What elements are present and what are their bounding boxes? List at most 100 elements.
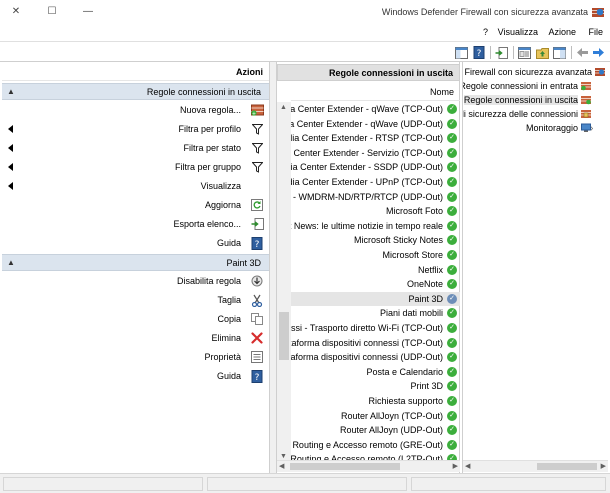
action-delete[interactable]: Elimina [2, 329, 269, 348]
new-rule-icon: + [250, 103, 264, 117]
action-help-rule[interactable]: Guida ? [2, 367, 269, 386]
action-properties[interactable]: Proprietà [2, 348, 269, 367]
tree-node-security-rules[interactable]: Regole di sicurezza delle connessioni [463, 107, 594, 121]
scroll-left-arrow-icon[interactable]: ◀ [279, 462, 284, 470]
scroll-thumb[interactable] [279, 312, 289, 360]
tree-node-root[interactable]: Windows Defender Firewall con sicurezza … [463, 65, 608, 79]
rule-allow-icon: ✓ [447, 191, 457, 202]
expand-arrow-icon[interactable]: › [590, 123, 593, 134]
tree-horizontal-scrollbar[interactable]: ◀ ▶ [463, 460, 608, 472]
rule-row[interactable]: ✓ OneNote [291, 277, 460, 291]
scroll-thumb[interactable] [290, 463, 400, 470]
folder-up-icon [536, 47, 549, 59]
rule-row[interactable]: ✓ Netflix [291, 263, 460, 277]
action-filter-group[interactable]: Filtra per gruppo [2, 158, 269, 177]
rule-name: Piattaforma dispositivi connessi (UDP-Ou… [291, 352, 443, 363]
scroll-left-arrow-icon[interactable]: ◀ [465, 462, 470, 470]
rule-allow-icon: ✓ [447, 118, 457, 129]
rule-row[interactable]: ✓ Piattaforma dispositivi connessi (UDP-O… [291, 350, 460, 364]
refresh-icon [250, 198, 264, 212]
rule-allow-icon: ✓ [447, 425, 457, 436]
properties-toolbar-button[interactable] [517, 45, 532, 60]
menu-view[interactable]: Visualizza [498, 27, 538, 37]
menu-file[interactable]: File [588, 27, 603, 37]
actions-section-selected-rule[interactable]: ▲ Paint 3D [2, 254, 269, 271]
tree-node-monitoring[interactable]: Monitoraggio [463, 121, 594, 135]
rule-row[interactable]: ✓ Print 3D [291, 379, 460, 393]
action-refresh[interactable]: Aggiorna [2, 196, 269, 215]
rule-row[interactable]: ✓ Microsoft News: le ultime notizie in te… [291, 219, 460, 233]
rule-row[interactable]: ✓ Media Center Extender - Servizio (TCP-O… [291, 146, 460, 160]
collapse-up-icon[interactable]: ▲ [7, 87, 15, 96]
rule-name: Media Center Extender - qWave (UDP-Out) [291, 118, 443, 129]
rule-row[interactable]: ✓ Microsoft Sticky Notes [291, 233, 460, 247]
rule-row[interactable]: ✓ Piattaforma dispositivi connessi (TCP-O… [291, 336, 460, 350]
rule-name: Posta e Calendario [366, 366, 443, 377]
scroll-thumb[interactable] [537, 463, 597, 470]
show-actions-button[interactable] [454, 45, 469, 60]
rule-row[interactable]: ✓ Media Center Extender - qWave (TCP-Out) [291, 102, 460, 116]
rule-name: Microsoft Sticky Notes [353, 235, 443, 246]
close-button[interactable]: ✕ [8, 4, 24, 18]
scroll-right-arrow-icon[interactable]: ▶ [601, 462, 606, 470]
actions-section-title: Regole connessioni in uscita [146, 87, 261, 97]
actions-section-outbound[interactable]: ▲ Regole connessioni in uscita [2, 83, 269, 100]
forward-button[interactable] [575, 45, 590, 60]
security-rules-icon [581, 110, 591, 118]
rule-row[interactable]: ✓ Media Center Extender - qWave (UDP-Out) [291, 117, 460, 131]
rules-list-vertical-scrollbar[interactable]: ▲ ▼ [277, 102, 291, 464]
rule-row[interactable]: ✓ Richiesta supporto [291, 394, 460, 408]
scroll-right-arrow-icon[interactable]: ▶ [453, 462, 458, 470]
title-bar: ✕ ☐ — Windows Defender Firewall con sicu… [0, 0, 610, 24]
menu-action[interactable]: Azione [548, 27, 576, 37]
action-export-list[interactable]: Esporta elenco... [2, 215, 269, 234]
tree-node-outbound[interactable]: Regole connessioni in uscita [463, 93, 594, 107]
maximize-button[interactable]: ☐ [44, 4, 60, 18]
action-view[interactable]: Visualizza [2, 177, 269, 196]
rule-row[interactable]: ✓ Router AllJoyn (UDP-Out) [291, 423, 460, 437]
rule-row[interactable]: ✓ Router AllJoyn (TCP-Out) [291, 409, 460, 423]
up-button[interactable] [535, 45, 550, 60]
action-filter-profile[interactable]: Filtra per profilo [2, 120, 269, 139]
scroll-up-arrow-icon[interactable]: ▲ [280, 104, 287, 111]
rule-row[interactable]: ✓ Posta e Calendario [291, 365, 460, 379]
action-filter-state[interactable]: Filtra per stato [2, 139, 269, 158]
delete-icon [250, 331, 264, 345]
action-cut[interactable]: Taglia [2, 291, 269, 310]
rule-row[interactable]: ✓ Paint 3D [291, 291, 460, 306]
properties-icon [518, 46, 531, 59]
rule-row[interactable]: ✓ Piani dati mobili [291, 306, 460, 320]
show-tree-button[interactable] [552, 45, 567, 60]
rule-row[interactable]: ✓ Media Center Extender - UPnP (TCP-Out) [291, 175, 460, 189]
column-header-name[interactable]: Nome [291, 84, 460, 101]
action-new-rule[interactable]: Nuova regola... + [2, 101, 269, 120]
menu-help[interactable]: ? [483, 27, 488, 37]
toolbar-separator [571, 46, 572, 59]
rule-row[interactable]: ✓ Microsoft Store [291, 248, 460, 262]
export-toolbar-button[interactable] [494, 45, 509, 60]
rule-row[interactable]: ✓ Piattaforma dispositivi connessi - Tras… [291, 321, 460, 335]
action-help[interactable]: Guida ? [2, 234, 269, 253]
arrow-left-icon [577, 48, 588, 57]
rules-list-horizontal-scrollbar[interactable]: ◀ ▶ [277, 460, 460, 472]
help-toolbar-button[interactable]: ? [471, 45, 486, 60]
rule-row[interactable]: ✓ Media Center Extender - SSDP (UDP-Out) [291, 160, 460, 174]
toolbar-separator [490, 46, 491, 59]
minimize-button[interactable]: — [80, 4, 96, 18]
tree-node-inbound[interactable]: Regole connessioni in entrata [463, 79, 594, 93]
rule-name: Media Center Extender - WMDRM-ND/RTP/RTC… [291, 191, 443, 202]
rule-row[interactable]: ✓ Media Center Extender - WMDRM-ND/RTP/RT… [291, 190, 460, 204]
collapse-up-icon[interactable]: ▲ [7, 258, 15, 267]
rule-row[interactable]: ✓ Routing e Accesso remoto (GRE-Out) [291, 438, 460, 452]
tree-node-label: Monitoraggio [525, 123, 578, 133]
firewall-icon [595, 68, 605, 76]
action-copy[interactable]: Copia [2, 310, 269, 329]
rule-allow-icon: ✓ [447, 162, 457, 173]
scroll-down-arrow-icon[interactable]: ▼ [280, 453, 287, 460]
tree-node-label: Regole connessioni in uscita [463, 95, 578, 105]
action-disable-rule[interactable]: Disabilita regola [2, 272, 269, 291]
rule-row[interactable]: ✓ Microsoft Foto [291, 204, 460, 218]
svg-text:+: + [251, 111, 255, 116]
rule-row[interactable]: ✓ Media Center Extender - RTSP (TCP-Out) [291, 131, 460, 145]
back-button[interactable] [591, 45, 606, 60]
